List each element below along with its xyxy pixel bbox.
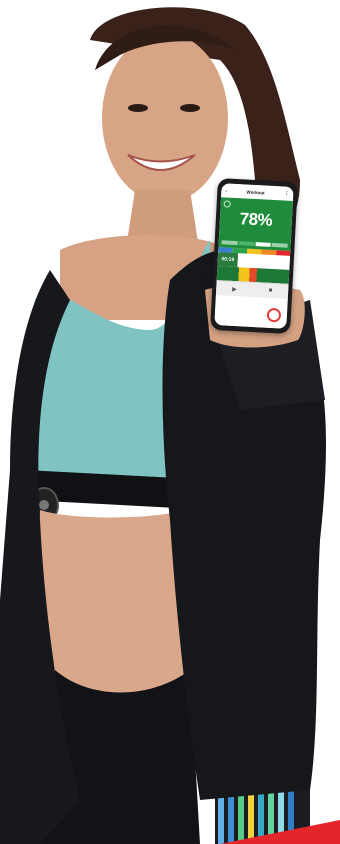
elapsed-time: 00:19	[217, 252, 239, 268]
smartphone: ‹ Workout ⋮ 78% 00:19 ▶ ■	[210, 178, 298, 334]
play-icon[interactable]: ▶	[232, 285, 237, 292]
zone-segment	[238, 241, 255, 246]
sensor-icon	[223, 200, 231, 208]
effort-percent: 78%	[239, 209, 273, 230]
back-icon[interactable]: ‹	[225, 188, 227, 193]
zone-segment	[221, 240, 238, 246]
zone-segment	[271, 242, 288, 248]
woman-photo	[0, 7, 340, 844]
zone-indicator	[221, 240, 288, 248]
phone-lower-area	[214, 295, 288, 329]
photo-scene: ‹ Workout ⋮ 78% 00:19 ▶ ■	[0, 0, 340, 844]
app-title: Workout	[246, 189, 265, 195]
track-label	[238, 260, 290, 263]
effort-panel: 78%	[218, 197, 293, 251]
record-ring-icon[interactable]	[266, 307, 282, 323]
stop-icon[interactable]: ■	[268, 288, 272, 294]
more-icon[interactable]: ⋮	[284, 191, 289, 197]
phone-screen: ‹ Workout ⋮ 78% 00:19 ▶ ■	[214, 183, 294, 329]
zone-segment	[255, 242, 271, 247]
